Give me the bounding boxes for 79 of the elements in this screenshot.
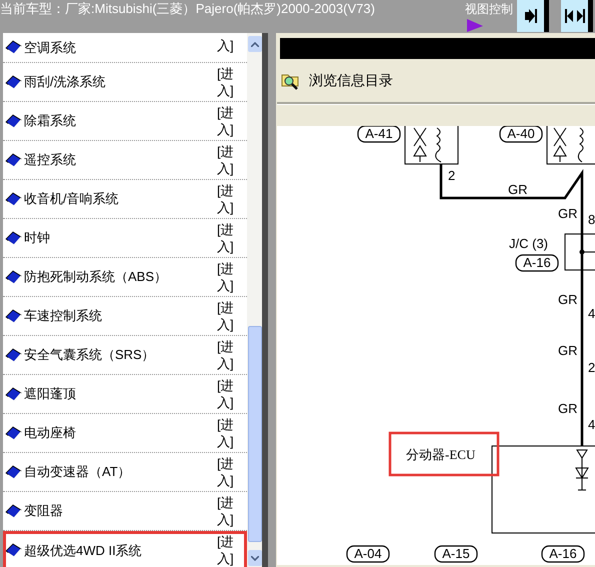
book-icon (5, 74, 22, 90)
connector-label: A-16 (541, 545, 585, 563)
enter-link[interactable]: 入] (217, 33, 243, 54)
book-icon (5, 426, 22, 440)
book-icon (5, 464, 22, 480)
item-label: 收音机/音响系统 (24, 190, 119, 208)
enter-link[interactable]: [进入] (217, 453, 243, 489)
connector-label: A-40 (499, 126, 543, 143)
item-label: 遥控系统 (24, 151, 76, 170)
pin-number: 2 (448, 168, 456, 183)
enter-link[interactable]: [进入] (217, 141, 243, 177)
wire-color-label: GR (508, 182, 528, 197)
pin-number: 4 (588, 306, 595, 321)
item-label: 安全气囊系统（SRS） (24, 346, 155, 364)
relay-drawing (404, 126, 458, 164)
relay-drawing (546, 126, 595, 164)
sidebar-item[interactable]: 超级优选4WD II系统 [进入] (3, 531, 247, 567)
book-icon (5, 230, 22, 246)
item-label: 变阻器 (24, 502, 63, 520)
connector-label: A-16 (515, 254, 559, 272)
enter-link[interactable]: [进入] (217, 180, 243, 216)
toolbar-label: 浏览信息目录 (309, 71, 393, 90)
item-label: 雨刮/洗涤系统 (24, 73, 106, 92)
ecu-label: 分动器-ECU (406, 447, 476, 462)
enter-link[interactable]: [进入] (217, 297, 243, 333)
book-icon (5, 543, 22, 558)
book-icon (5, 386, 22, 402)
junction-block (564, 234, 595, 270)
scroll-down-button[interactable] (248, 550, 262, 566)
enter-link[interactable]: [进入] (217, 102, 243, 138)
diode-drawing (576, 450, 589, 490)
pin-number: 2 (588, 360, 595, 375)
enter-link[interactable]: [进入] (217, 219, 243, 255)
item-label: 空调系统 (24, 38, 76, 57)
enter-link[interactable]: [进入] (217, 63, 243, 99)
vehicle-title: 当前车型：厂家:Mitsubishi(三菱）Pajero(帕杰罗)2000-2003(V73) (0, 0, 375, 17)
connector-label: A-15 (434, 545, 478, 563)
book-icon (5, 348, 22, 362)
connector-label: A-41 (357, 126, 401, 143)
book-icon (5, 192, 22, 206)
pin-number: 8 (588, 212, 595, 227)
item-label: 超级优选4WD II系统 (24, 542, 142, 560)
item-label: 时钟 (24, 229, 50, 248)
enter-link[interactable]: [进入] (217, 336, 243, 372)
book-icon (5, 270, 22, 284)
split-both-button[interactable] (561, 0, 593, 32)
split-right-button[interactable] (517, 0, 549, 32)
enter-link[interactable]: [进入] (217, 414, 243, 450)
book-icon (5, 152, 22, 168)
chevron-up-icon (250, 42, 258, 46)
view-control-label: 视图控制 (465, 1, 513, 17)
enter-link[interactable]: [进入] (217, 258, 243, 294)
wire-color-label: GR (558, 206, 578, 221)
item-label: 除霜系统 (24, 112, 76, 130)
book-icon (5, 504, 22, 518)
junction-label: J/C (3) (509, 236, 548, 251)
junction-dot (580, 250, 584, 254)
wire-color-label: GR (558, 401, 578, 416)
item-label: 电动座椅 (24, 424, 76, 442)
book-icon (5, 114, 22, 128)
item-label: 车速控制系统 (24, 307, 102, 326)
item-label: 防抱死制动系统（ABS） (24, 268, 168, 286)
pin-number: 4 (588, 417, 595, 432)
wire-color-label: GR (558, 292, 578, 307)
enter-link[interactable]: [进入] (217, 531, 243, 567)
enter-link[interactable]: [进入] (217, 492, 243, 528)
item-label: 自动变速器（AT） (24, 463, 131, 482)
book-icon (5, 40, 22, 55)
scrollbar[interactable] (247, 33, 262, 567)
arrow-right-icon (524, 9, 536, 23)
connector-label: A-04 (346, 545, 390, 563)
item-label: 遮阳蓬顶 (24, 385, 76, 404)
scroll-up-button[interactable] (248, 36, 262, 52)
arrows-inward-icon (564, 9, 584, 23)
enter-link[interactable]: [进入] (217, 375, 243, 411)
chevron-down-icon (250, 556, 258, 560)
book-icon (5, 308, 22, 324)
wire-color-label: GR (558, 343, 578, 358)
scroll-thumb[interactable] (248, 326, 262, 542)
